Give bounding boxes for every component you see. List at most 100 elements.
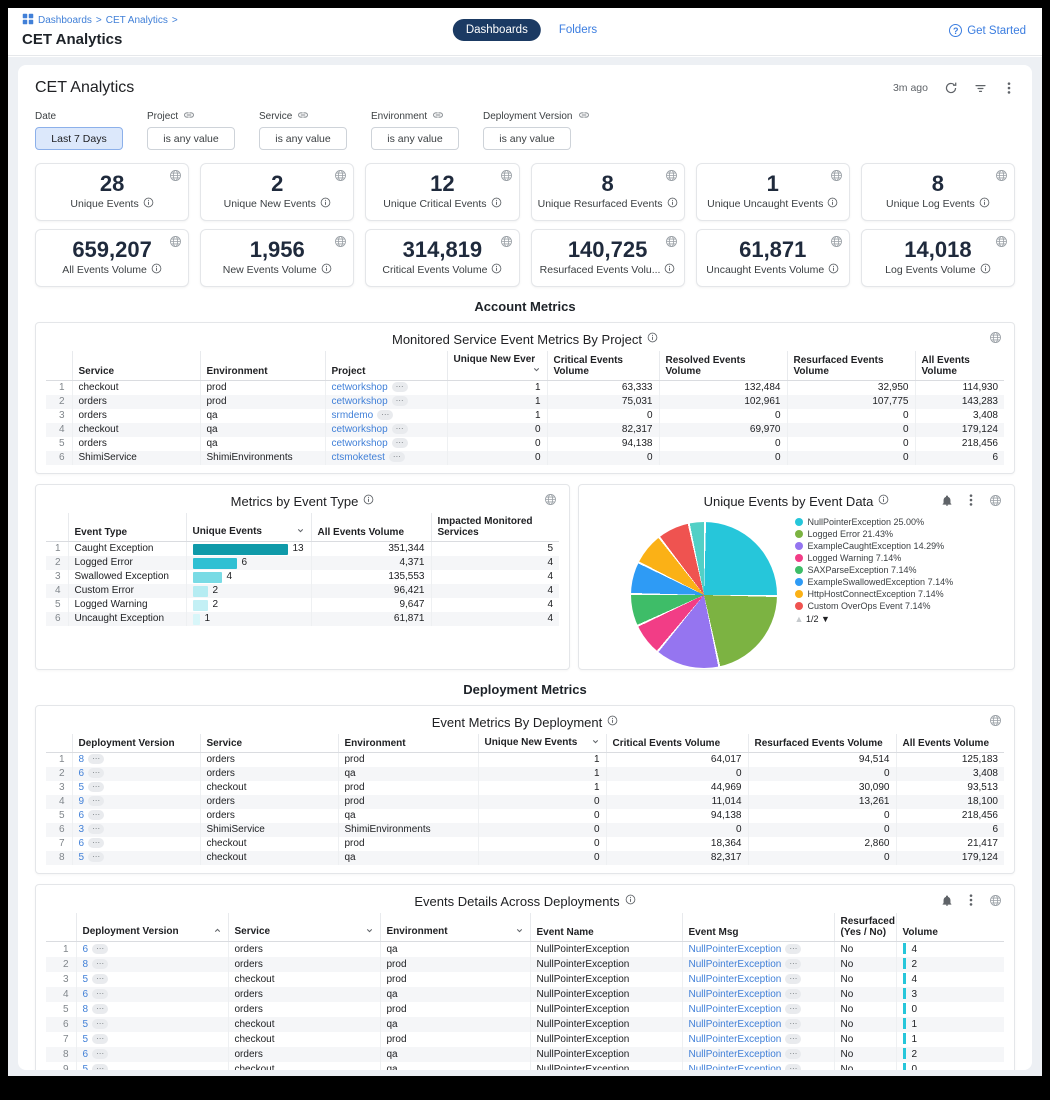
overflow-pill[interactable]: ⋯ <box>92 1064 108 1071</box>
table-row[interactable]: 58⋯ordersprodNullPointerExceptionNullPoi… <box>46 1002 1004 1017</box>
overflow-pill[interactable]: ⋯ <box>92 959 108 969</box>
event-msg-link[interactable]: NullPointerException <box>689 1004 782 1015</box>
info-icon[interactable] <box>647 330 658 348</box>
globe-icon[interactable] <box>665 235 678 253</box>
filter-value-button[interactable]: is any value <box>259 127 347 150</box>
tab-dashboards[interactable]: Dashboards <box>453 19 541 41</box>
project-link[interactable]: ctsmoketest <box>332 452 385 463</box>
column-header[interactable]: Environment <box>380 913 530 942</box>
event-msg-link[interactable]: NullPointerException <box>689 974 782 985</box>
info-icon[interactable] <box>828 263 839 277</box>
info-icon[interactable] <box>980 263 991 277</box>
info-icon[interactable] <box>491 263 502 277</box>
overflow-pill[interactable]: ⋯ <box>785 989 801 999</box>
event-msg-link[interactable]: NullPointerException <box>689 944 782 955</box>
table-row[interactable]: 95⋯checkoutqaNullPointerExceptionNullPoi… <box>46 1062 1004 1070</box>
table-row[interactable]: 5ordersqacetworkshop⋯094,13800218,456 <box>46 437 1004 451</box>
deployment-version-link[interactable]: 6 <box>79 810 85 821</box>
deployment-version-link[interactable]: 5 <box>79 852 85 863</box>
breadcrumb-link-cet-analytics[interactable]: CET Analytics <box>106 15 168 26</box>
project-link[interactable]: srmdemo <box>332 410 374 421</box>
globe-icon[interactable] <box>830 235 843 253</box>
globe-icon[interactable] <box>334 169 347 187</box>
legend-item[interactable]: Logged Warning 7.14% <box>795 553 963 564</box>
column-header[interactable]: Critical Events Volume <box>606 734 748 753</box>
pie-chart[interactable] <box>631 522 777 668</box>
overflow-pill[interactable]: ⋯ <box>392 438 408 448</box>
info-icon[interactable] <box>625 892 636 910</box>
info-icon[interactable] <box>979 197 990 211</box>
table-row[interactable]: 4Custom Error296,4214 <box>46 584 559 598</box>
table-row[interactable]: 63⋯ShimiServiceShimiEnvironments0006 <box>46 823 1004 837</box>
table-row[interactable]: 1Caught Exception13351,3445 <box>46 542 559 557</box>
column-header[interactable]: Resurfaced(Yes / No) <box>834 913 896 942</box>
overflow-pill[interactable]: ⋯ <box>785 974 801 984</box>
event-msg-link[interactable]: NullPointerException <box>689 1034 782 1045</box>
sort-asc-icon[interactable] <box>213 926 222 938</box>
overflow-pill[interactable]: ⋯ <box>92 1034 108 1044</box>
overflow-pill[interactable]: ⋯ <box>785 1049 801 1059</box>
table-row[interactable]: 16⋯ordersqaNullPointerExceptionNullPoint… <box>46 942 1004 958</box>
overflow-pill[interactable]: ⋯ <box>92 1049 108 1059</box>
legend-page-down-icon[interactable]: ▼ <box>821 614 830 624</box>
legend-item[interactable]: NullPointerException 25.00% <box>795 517 963 528</box>
overflow-pill[interactable]: ⋯ <box>785 1004 801 1014</box>
globe-icon[interactable] <box>500 169 513 187</box>
deployment-version-link[interactable]: 6 <box>83 1049 89 1060</box>
column-header[interactable]: Service <box>72 351 200 381</box>
column-header[interactable]: All Events Volume <box>896 734 1004 753</box>
globe-icon[interactable] <box>995 169 1008 187</box>
info-icon[interactable] <box>667 197 678 211</box>
info-icon[interactable] <box>321 263 332 277</box>
filter-value-button[interactable]: is any value <box>483 127 571 150</box>
event-msg-link[interactable]: NullPointerException <box>689 1064 782 1071</box>
overflow-pill[interactable]: ⋯ <box>392 396 408 406</box>
overflow-pill[interactable]: ⋯ <box>88 824 104 834</box>
overflow-pill[interactable]: ⋯ <box>785 1064 801 1071</box>
tile-menu-icon[interactable] <box>965 893 977 907</box>
deployment-version-link[interactable]: 5 <box>83 1034 89 1045</box>
alerts-bell-icon[interactable] <box>941 494 953 507</box>
overflow-pill[interactable]: ⋯ <box>88 782 104 792</box>
column-header[interactable]: Unique New Events <box>478 734 606 753</box>
column-header[interactable]: Resurfaced Events Volume <box>787 351 915 381</box>
column-header[interactable]: Environment <box>338 734 478 753</box>
deployment-version-link[interactable]: 9 <box>79 796 85 807</box>
filter-value-button[interactable]: Last 7 Days <box>35 127 123 150</box>
info-icon[interactable] <box>827 197 838 211</box>
deployment-version-link[interactable]: 5 <box>83 1019 89 1030</box>
overflow-pill[interactable]: ⋯ <box>785 944 801 954</box>
column-header[interactable]: Event Name <box>530 913 682 942</box>
table-row[interactable]: 65⋯checkoutqaNullPointerExceptionNullPoi… <box>46 1017 1004 1032</box>
deployment-version-link[interactable]: 5 <box>83 974 89 985</box>
legend-item[interactable]: Logged Error 21.43% <box>795 529 963 540</box>
column-header[interactable]: Critical Events Volume <box>547 351 659 381</box>
refresh-icon[interactable] <box>944 81 958 95</box>
table-row[interactable]: 1checkoutprodcetworkshop⋯163,333132,4843… <box>46 381 1004 396</box>
overflow-pill[interactable]: ⋯ <box>88 796 104 806</box>
column-header[interactable]: Environment <box>200 351 325 381</box>
column-header[interactable]: All Events Volume <box>915 351 1004 381</box>
overflow-pill[interactable]: ⋯ <box>92 944 108 954</box>
overflow-pill[interactable]: ⋯ <box>785 1034 801 1044</box>
breadcrumb-link-dashboards[interactable]: Dashboards <box>38 15 92 26</box>
table-row[interactable]: 35⋯checkoutprod144,96930,09093,513 <box>46 781 1004 795</box>
globe-icon[interactable] <box>544 493 557 506</box>
deployment-version-link[interactable]: 5 <box>83 1064 89 1071</box>
table-row[interactable]: 49⋯ordersprod011,01413,26118,100 <box>46 795 1004 809</box>
overflow-pill[interactable]: ⋯ <box>785 959 801 969</box>
globe-icon[interactable] <box>989 714 1002 727</box>
project-link[interactable]: cetworkshop <box>332 382 388 393</box>
sort-desc-icon[interactable] <box>515 926 524 938</box>
table-row[interactable]: 76⋯checkoutprod018,3642,86021,417 <box>46 837 1004 851</box>
table-row[interactable]: 6ShimiServiceShimiEnvironmentsctsmoketes… <box>46 451 1004 465</box>
column-header[interactable]: All Events Volume <box>311 513 431 542</box>
filters-toggle-icon[interactable] <box>974 82 987 95</box>
table-row[interactable]: 75⋯checkoutprodNullPointerExceptionNullP… <box>46 1032 1004 1047</box>
sort-desc-icon[interactable] <box>296 526 305 538</box>
deployment-version-link[interactable]: 6 <box>79 768 85 779</box>
sort-desc-icon[interactable] <box>365 926 374 938</box>
globe-icon[interactable] <box>830 169 843 187</box>
legend-item[interactable]: ExampleCaughtException 14.29% <box>795 541 963 552</box>
globe-icon[interactable] <box>995 235 1008 253</box>
